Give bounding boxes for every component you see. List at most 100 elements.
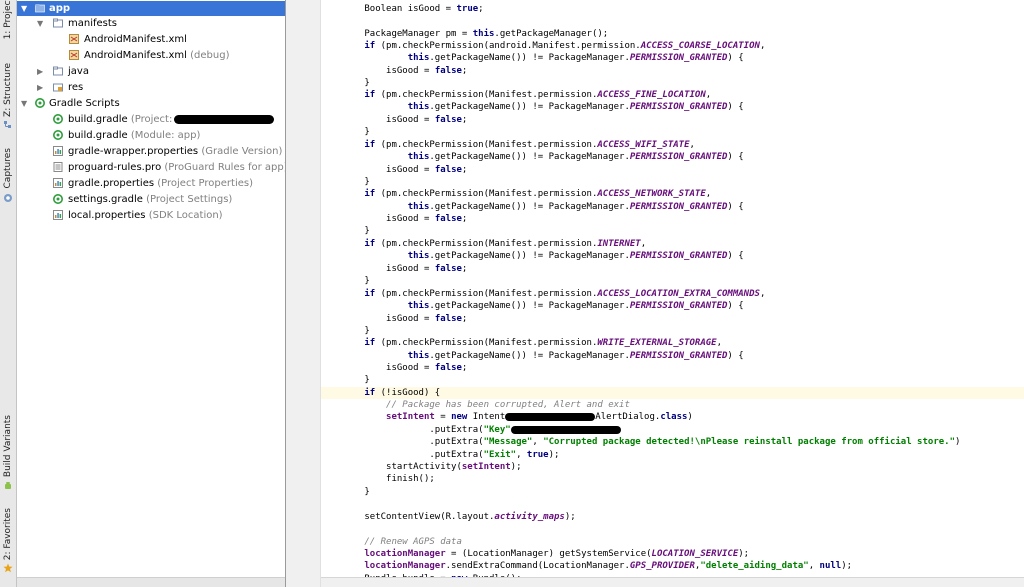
gradle-icon xyxy=(53,130,63,140)
code-line: this.getPackageName()) != PackageManager… xyxy=(407,152,744,162)
tree-hint-proguard: (ProGuard Rules for app) xyxy=(164,162,286,173)
code-line: } xyxy=(364,78,370,88)
code-line: isGood = false; xyxy=(386,264,468,274)
tree-hint-local: (SDK Location) xyxy=(148,210,223,221)
chevron-down-icon[interactable]: ▼ xyxy=(37,16,43,31)
code-line: Boolean isGood = true; xyxy=(364,4,484,14)
tree-item-build-gradle-module[interactable]: build.gradle (Module: app) xyxy=(17,128,285,143)
tree-horizontal-scrollbar[interactable] xyxy=(17,577,285,587)
tree-item-res[interactable]: ▶ res xyxy=(17,80,285,95)
code-line: this.getPackageName()) != PackageManager… xyxy=(407,301,744,311)
project-tree: ▼ app ▼ manifests AndroidManifest.xml An… xyxy=(17,0,286,587)
code-line: locationManager.sendExtraCommand(Locatio… xyxy=(364,561,853,571)
tree-label-java: java xyxy=(68,66,89,77)
tool-window-rail: 1: Project Z: Structure Captures Build V… xyxy=(0,0,17,587)
code-line: isGood = false; xyxy=(386,214,468,224)
tab-favorites[interactable]: 2: Favorites xyxy=(0,508,16,560)
tree-item-gradle-wrapper[interactable]: gradle-wrapper.properties (Gradle Versio… xyxy=(17,144,285,159)
code-line: isGood = false; xyxy=(386,66,468,76)
code-line: startActivity(setIntent); xyxy=(386,462,522,472)
code-line: } xyxy=(364,487,370,497)
text-file-icon xyxy=(53,162,63,172)
editor-horizontal-scrollbar[interactable] xyxy=(321,577,1024,587)
folder-icon xyxy=(53,66,63,76)
code-line: if (pm.checkPermission(android.Manifest.… xyxy=(364,41,766,51)
code-line: } xyxy=(364,177,370,187)
redaction-mark xyxy=(505,412,596,421)
tree-label-manifest-debug: AndroidManifest.xml xyxy=(84,50,187,61)
code-line: // Renew AGPS data xyxy=(364,537,462,547)
tree-hint-wrapper: (Gradle Version) xyxy=(201,146,283,157)
tree-label-gradle-scripts: Gradle Scripts xyxy=(49,98,120,109)
tab-structure[interactable]: Z: Structure xyxy=(0,62,16,118)
code-line: .putExtra("Key" xyxy=(321,424,1024,436)
tab-project[interactable]: 1: Project xyxy=(0,0,16,39)
code-line: if (pm.checkPermission(Manifest.permissi… xyxy=(364,189,712,199)
structure-icon xyxy=(4,121,11,128)
tree-label-proguard: proguard-rules.pro xyxy=(68,162,162,173)
module-folder-icon xyxy=(35,4,45,13)
tree-hint-settings: (Project Settings) xyxy=(146,194,233,205)
tree-label-local-properties: local.properties xyxy=(68,210,146,221)
folder-icon xyxy=(53,18,63,28)
tab-captures[interactable]: Captures xyxy=(0,145,16,191)
tree-item-settings-gradle[interactable]: settings.gradle (Project Settings) xyxy=(17,192,285,207)
code-line: this.getPackageName()) != PackageManager… xyxy=(407,102,744,112)
tree-label-manifests: manifests xyxy=(68,18,117,29)
tab-structure-label: Z: Structure xyxy=(3,63,13,117)
gradle-icon xyxy=(53,194,63,204)
code-line: this.getPackageName()) != PackageManager… xyxy=(407,251,744,261)
tree-item-app[interactable]: ▼ app xyxy=(17,1,285,16)
tree-label-build-gradle-module: build.gradle xyxy=(68,130,128,141)
code-line-current: if (!isGood) { xyxy=(321,387,1024,399)
code-line: locationManager = (LocationManager) getS… xyxy=(364,549,750,559)
tree-item-build-gradle-project[interactable]: build.gradle (Project: xyxy=(17,112,285,127)
tree-hint-module: (Module: app) xyxy=(130,130,201,141)
tree-hint-debug: (debug) xyxy=(190,50,230,61)
tree-hint-project: (Project: xyxy=(130,114,173,125)
code-line: if (pm.checkPermission(Manifest.permissi… xyxy=(364,140,695,150)
xml-file-icon xyxy=(69,50,79,60)
tree-label-build-gradle-project: build.gradle xyxy=(68,114,128,125)
properties-file-icon xyxy=(53,146,63,156)
editor-gutter[interactable] xyxy=(286,0,321,587)
code-editor[interactable]: Boolean isGood = true; PackageManager pm… xyxy=(321,0,1024,587)
android-icon xyxy=(5,482,11,489)
star-icon xyxy=(3,563,13,573)
tree-item-java[interactable]: ▶ java xyxy=(17,64,285,79)
tree-label-settings-gradle: settings.gradle xyxy=(68,194,143,205)
tab-captures-label: Captures xyxy=(3,147,13,189)
tree-item-gradle-scripts[interactable]: ▼ Gradle Scripts xyxy=(17,96,285,111)
tree-item-manifest-debug[interactable]: AndroidManifest.xml (debug) xyxy=(17,48,285,63)
tree-item-manifest-main[interactable]: AndroidManifest.xml xyxy=(17,32,285,47)
chevron-right-icon[interactable]: ▶ xyxy=(37,64,43,79)
code-line: .putExtra("Exit", true); xyxy=(429,450,560,460)
redaction-mark xyxy=(510,425,621,434)
xml-file-icon xyxy=(69,34,79,44)
code-line: if (pm.checkPermission(Manifest.permissi… xyxy=(364,239,647,249)
tree-item-proguard[interactable]: proguard-rules.pro (ProGuard Rules for a… xyxy=(17,160,285,175)
code-line: this.getPackageName()) != PackageManager… xyxy=(407,351,744,361)
chevron-right-icon[interactable]: ▶ xyxy=(37,80,43,95)
chevron-down-icon[interactable]: ▼ xyxy=(21,1,27,16)
code-line: isGood = false; xyxy=(386,363,468,373)
chevron-down-icon[interactable]: ▼ xyxy=(21,96,27,111)
code-line: .putExtra("Message", "Corrupted package … xyxy=(429,437,961,447)
tree-item-local-properties[interactable]: local.properties (SDK Location) xyxy=(17,208,285,223)
tree-label-manifest-main: AndroidManifest.xml xyxy=(84,34,187,45)
tree-label-res: res xyxy=(68,82,84,93)
tree-item-manifests[interactable]: ▼ manifests xyxy=(17,16,285,31)
code-line: finish(); xyxy=(386,474,435,484)
tab-build-variants[interactable]: Build Variants xyxy=(0,415,16,477)
tab-build-variants-label: Build Variants xyxy=(3,414,13,478)
tree-label-gradle-wrapper: gradle-wrapper.properties xyxy=(68,146,199,157)
code-line: setIntent = new Intent AlertDialog.class) xyxy=(386,412,693,422)
code-line: isGood = false; xyxy=(386,314,468,324)
code-line: setContentView(R.layout.activity_maps); xyxy=(364,512,576,522)
properties-file-icon xyxy=(53,210,63,220)
resource-folder-icon xyxy=(53,83,63,92)
code-line: this.getPackageName()) != PackageManager… xyxy=(407,53,744,63)
tab-project-label: 1: Project xyxy=(3,0,13,40)
code-line: PackageManager pm = this.getPackageManag… xyxy=(364,29,609,39)
tree-item-gradle-properties[interactable]: gradle.properties (Project Properties) xyxy=(17,176,285,191)
